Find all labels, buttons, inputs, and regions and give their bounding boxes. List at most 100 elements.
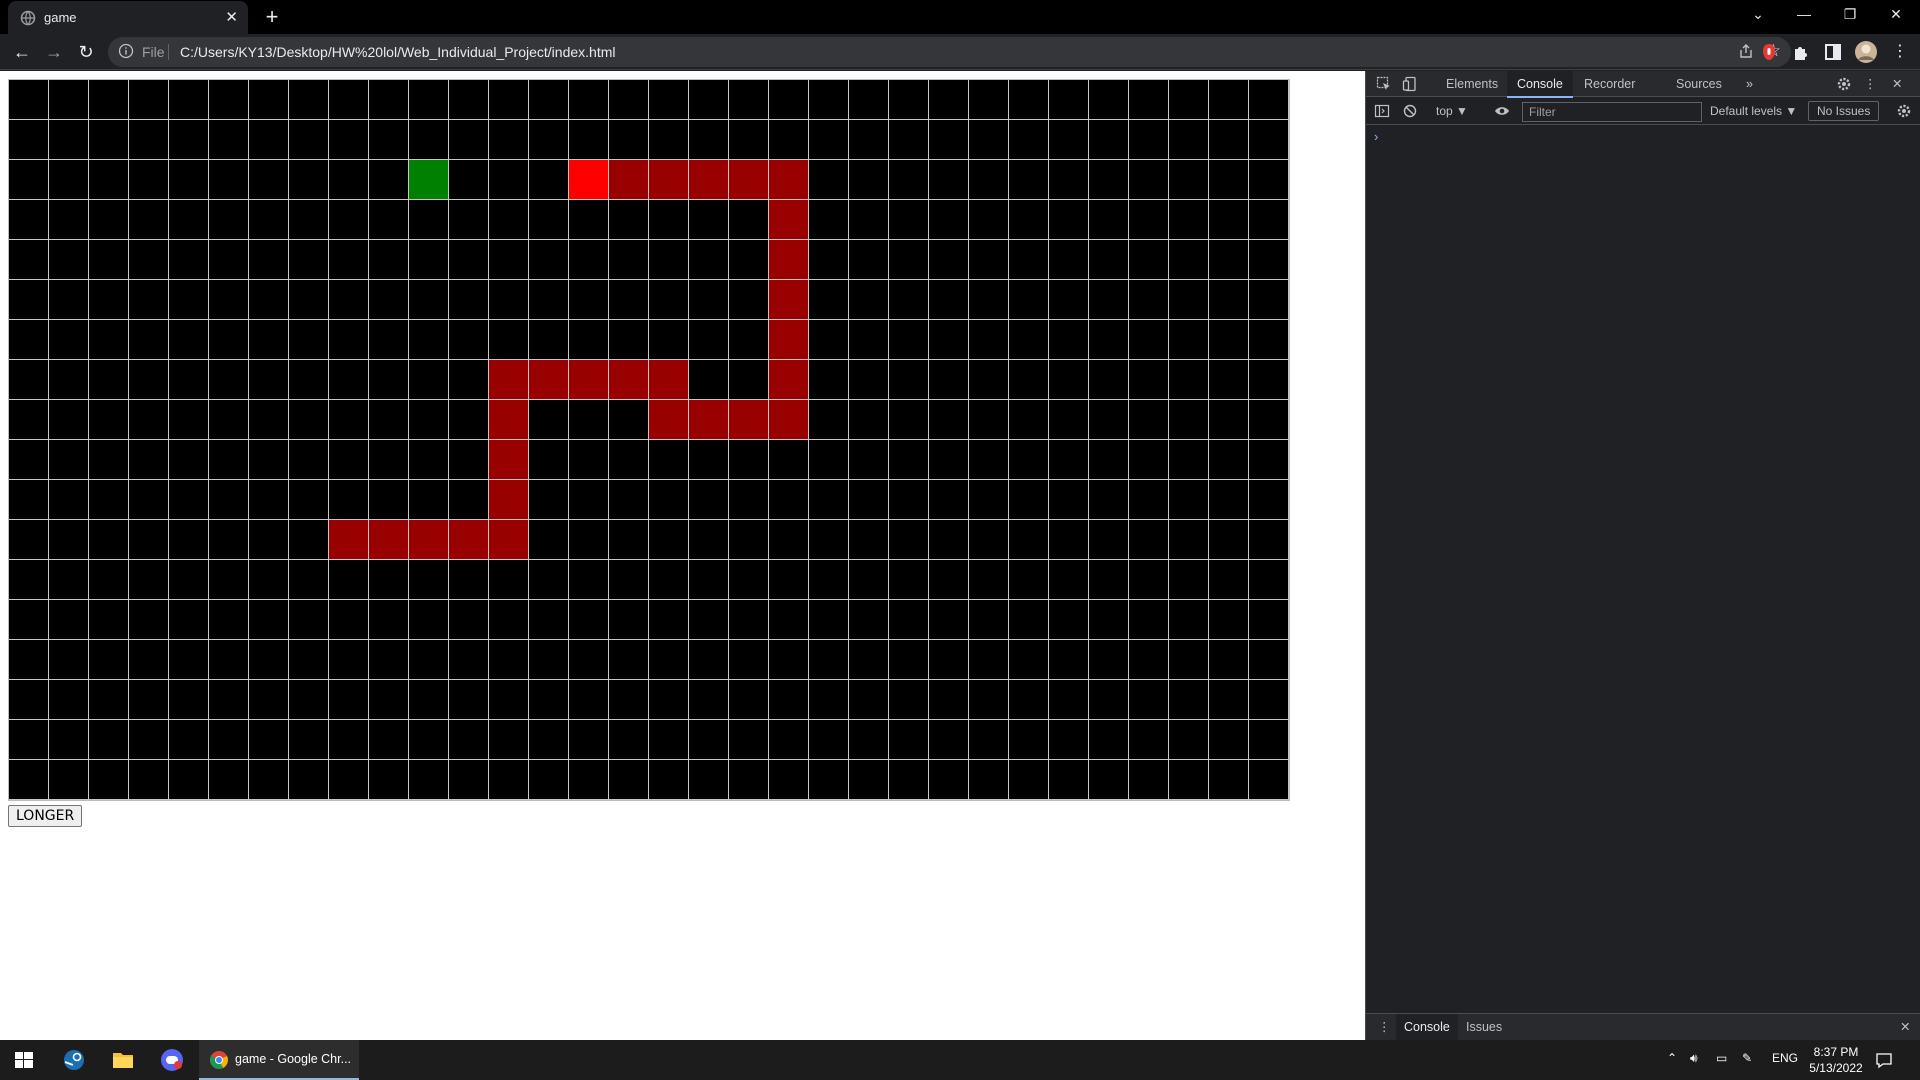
board-cell	[409, 680, 449, 720]
info-icon[interactable]	[118, 43, 134, 59]
extension-icon[interactable]	[1758, 41, 1780, 63]
tab-elements[interactable]: Elements	[1436, 71, 1508, 97]
console-filter-input[interactable]	[1522, 102, 1702, 122]
notification-icon[interactable]	[1874, 1050, 1894, 1070]
board-cell	[209, 760, 249, 800]
puzzle-extensions-icon[interactable]	[1790, 41, 1812, 63]
board-cell	[449, 320, 489, 360]
drawer-tab-issues[interactable]: Issues	[1458, 1014, 1510, 1041]
console-prompt[interactable]: ›	[1374, 129, 1378, 144]
steam-icon[interactable]	[50, 1040, 98, 1080]
snake-body-cell	[369, 520, 409, 560]
inspect-element-icon[interactable]	[1376, 76, 1392, 92]
board-cell	[369, 240, 409, 280]
network-icon[interactable]: ▭	[1716, 1051, 1727, 1065]
board-cell	[809, 680, 849, 720]
pen-icon[interactable]: ✎	[1742, 1051, 1752, 1065]
devtools-tab-bar: Elements Console Recorder Sources » ⋮ ✕	[1366, 71, 1920, 98]
log-levels-dropdown[interactable]: Default levels ▼	[1710, 104, 1797, 118]
device-toolbar-icon[interactable]	[1402, 76, 1418, 92]
longer-button[interactable]: LONGER	[8, 805, 83, 827]
board-cell	[489, 320, 529, 360]
board-cell	[329, 680, 369, 720]
share-icon[interactable]	[1737, 42, 1755, 60]
board-cell	[329, 360, 369, 400]
board-cell	[329, 80, 369, 120]
language-indicator[interactable]: ENG	[1772, 1051, 1798, 1065]
board-cell	[209, 480, 249, 520]
close-tab-icon[interactable]: ✕	[225, 8, 238, 26]
board-cell	[1209, 640, 1249, 680]
windows-start-icon[interactable]	[0, 1040, 48, 1080]
console-settings-gear-icon[interactable]	[1896, 103, 1912, 119]
board-cell	[169, 200, 209, 240]
discord-icon[interactable]	[148, 1040, 196, 1080]
board-cell	[329, 160, 369, 200]
board-cell	[289, 680, 329, 720]
board-cell	[249, 280, 289, 320]
board-cell	[49, 280, 89, 320]
tab-title: game	[44, 10, 77, 25]
board-cell	[529, 720, 569, 760]
board-cell	[729, 680, 769, 720]
board-cell	[489, 600, 529, 640]
board-cell	[89, 160, 129, 200]
tab-recorder[interactable]: Recorder	[1574, 71, 1645, 97]
board-cell	[729, 480, 769, 520]
tab-sources[interactable]: Sources	[1666, 71, 1732, 97]
tab-search-icon[interactable]: ⌄	[1736, 0, 1780, 30]
board-cell	[209, 120, 249, 160]
restore-button[interactable]: ❐	[1828, 0, 1872, 30]
back-button[interactable]: ←	[8, 38, 36, 66]
tab-console[interactable]: Console	[1507, 71, 1573, 98]
file-explorer-icon[interactable]	[99, 1040, 147, 1080]
close-drawer-icon[interactable]: ✕	[1892, 1014, 1918, 1041]
board-cell	[609, 120, 649, 160]
new-tab-button[interactable]: +	[258, 3, 286, 31]
chrome-menu-icon[interactable]: ⋮	[1886, 38, 1914, 66]
url-text[interactable]: C:/Users/KY13/Desktop/HW%20lol/Web_Indiv…	[180, 44, 616, 60]
board-cell	[1169, 560, 1209, 600]
board-cell	[689, 200, 729, 240]
settings-gear-icon[interactable]	[1836, 76, 1852, 92]
board-cell	[609, 240, 649, 280]
board-cell	[809, 720, 849, 760]
system-clock[interactable]: 8:37 PM 5/13/2022	[1806, 1044, 1866, 1076]
forward-button[interactable]: →	[40, 38, 68, 66]
browser-tab[interactable]: game ✕	[8, 1, 248, 34]
close-window-button[interactable]: ✕	[1874, 0, 1918, 30]
snake-body-cell	[569, 360, 609, 400]
tray-chevron-icon[interactable]: ⌃	[1667, 1051, 1677, 1065]
minimize-button[interactable]: —	[1782, 0, 1826, 30]
profile-avatar[interactable]	[1854, 40, 1878, 64]
volume-icon[interactable]: 🔊︎	[1690, 1051, 1698, 1066]
issues-counter[interactable]: No Issues	[1808, 101, 1880, 121]
close-devtools-icon[interactable]: ✕	[1882, 71, 1912, 97]
console-sidebar-icon[interactable]	[1374, 103, 1390, 119]
console-toolbar: top ▼ Default levels ▼ No Issues	[1366, 98, 1920, 125]
drawer-menu-icon[interactable]: ⋮	[1370, 1014, 1399, 1041]
board-cell	[929, 680, 969, 720]
context-selector[interactable]: top ▼	[1436, 104, 1468, 118]
board-cell	[1209, 160, 1249, 200]
browser-title-bar: game ✕ + ⌄ — ❐ ✕	[0, 0, 1920, 34]
board-cell	[1089, 440, 1129, 480]
board-cell	[849, 560, 889, 600]
board-cell	[209, 720, 249, 760]
board-cell	[49, 600, 89, 640]
board-cell	[49, 480, 89, 520]
eye-icon[interactable]	[1494, 103, 1510, 119]
board-cell	[969, 520, 1009, 560]
drawer-tab-console[interactable]: Console	[1396, 1014, 1458, 1041]
side-panel-icon[interactable]	[1822, 41, 1844, 63]
reload-button[interactable]: ↻	[72, 38, 100, 66]
board-cell	[129, 240, 169, 280]
board-cell	[209, 240, 249, 280]
board-cell	[689, 640, 729, 680]
board-cell	[809, 480, 849, 520]
address-bar[interactable]: File C:/Users/KY13/Desktop/HW%20lol/Web_…	[108, 37, 1791, 67]
taskbar-chrome-button[interactable]: game - Google Chr...	[199, 1040, 359, 1080]
more-tabs-icon[interactable]: »	[1736, 71, 1763, 97]
board-cell	[449, 760, 489, 800]
clear-console-icon[interactable]	[1402, 103, 1418, 119]
